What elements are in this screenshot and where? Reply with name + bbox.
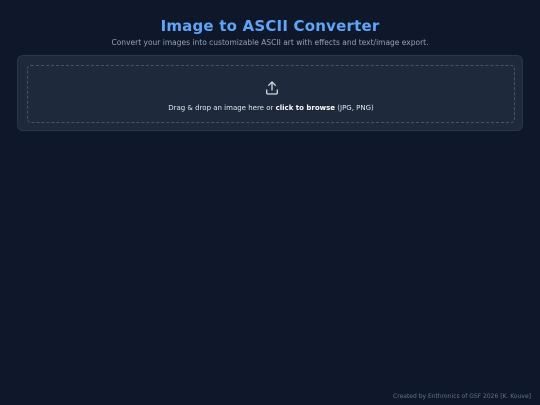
page-header: Image to ASCII Converter Convert your im… xyxy=(0,17,540,48)
dropzone-text-prefix: Drag & drop an image here or xyxy=(168,104,276,112)
dropzone-instructions: Drag & drop an image here or click to br… xyxy=(28,103,514,113)
upload-icon xyxy=(266,81,278,95)
footer-credit: Created by Enthronics of GSF 2026 [K. Ko… xyxy=(393,393,531,400)
app-page: Image to ASCII Converter Convert your im… xyxy=(0,0,540,405)
upload-card: Drag & drop an image here or click to br… xyxy=(17,55,523,131)
image-dropzone[interactable]: Drag & drop an image here or click to br… xyxy=(27,65,515,123)
page-subtitle: Convert your images into customizable AS… xyxy=(111,38,429,47)
page-title: Image to ASCII Converter xyxy=(160,17,380,35)
dropzone-formats: (JPG, PNG) xyxy=(335,104,374,112)
browse-link[interactable]: click to browse xyxy=(276,104,335,112)
